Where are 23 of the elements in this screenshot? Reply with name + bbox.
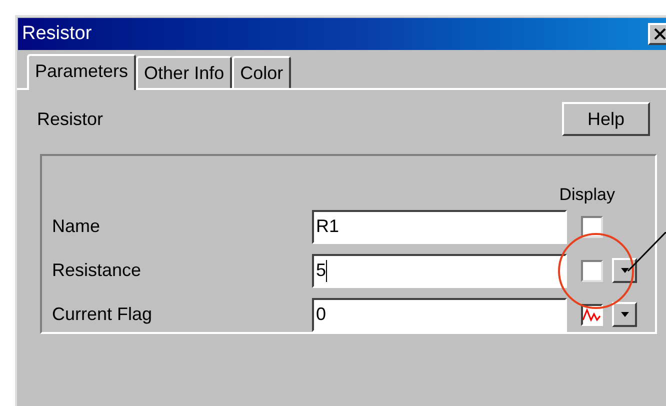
leader-line [627,232,666,272]
tab[interactable]: Color [232,56,292,88]
tab[interactable]: Parameters [27,54,136,90]
input-field[interactable]: 0 [312,298,567,332]
display-checkbox[interactable] [581,216,603,238]
tab[interactable]: Other Info [136,56,232,88]
display-column-header: Display [559,184,615,206]
current-flag-icon[interactable] [581,304,603,326]
field-label: Resistance [52,259,142,282]
caret-icon [620,312,628,317]
input-field[interactable]: R1 [312,210,567,244]
field-label: Name [52,215,102,238]
input-field[interactable]: 5 [312,254,567,288]
field-label: Current Flag [52,303,154,326]
close-button[interactable] [648,23,666,45]
display-checkbox[interactable] [581,260,603,282]
dropdown-button[interactable] [612,258,637,283]
dropdown-button[interactable] [612,302,637,327]
window-title: Resistor [22,22,92,46]
caret-icon [620,268,628,273]
help-button[interactable]: Help [562,102,650,136]
close-icon [654,28,666,40]
component-heading: Resistor [37,108,104,130]
